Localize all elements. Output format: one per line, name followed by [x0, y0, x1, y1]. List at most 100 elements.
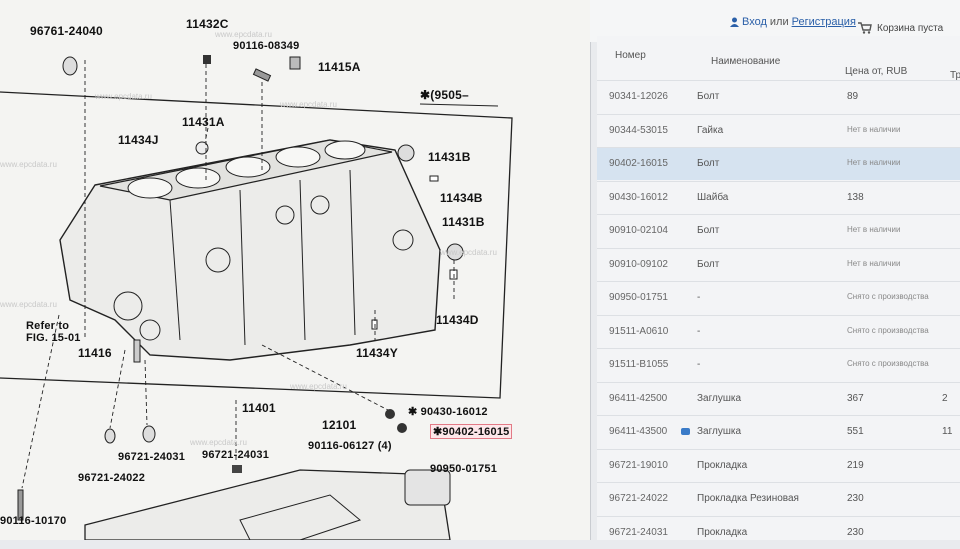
part-label-11401[interactable]: 11401 [242, 401, 276, 415]
part-number-link[interactable]: 90910-02104 [609, 225, 668, 236]
part-price: 138 [847, 191, 864, 203]
part-label-11416[interactable]: 11416 [78, 346, 112, 360]
or-text: или [769, 16, 789, 28]
engine-block-drawing [0, 55, 513, 540]
part-label-90430-16012[interactable]: ✱ 90430-16012 [408, 405, 488, 418]
part-name: Болт [697, 91, 720, 102]
part-name: Болт [697, 158, 720, 169]
part-price: 367 [847, 392, 864, 404]
part-name: Гайка [697, 124, 724, 136]
column-header-name[interactable]: Наименование [711, 56, 780, 67]
refer-note-line1: Refer to [26, 320, 70, 332]
auth-links: Вход или Регистрация [730, 16, 856, 28]
table-row[interactable]: 91511-A0610 - Снято с производства [597, 314, 960, 348]
part-name: - [697, 359, 701, 370]
part-number-link[interactable]: 91511-B1055 [609, 359, 668, 370]
camera-icon[interactable] [681, 428, 690, 435]
note-label-9505: ✱(9505– [420, 88, 469, 102]
table-row[interactable]: 90344-53015 Гайка Нет в наличии [597, 113, 960, 147]
table-row[interactable]: 96721-24022 Прокладка Резиновая 230 [597, 482, 960, 515]
table-row[interactable]: 91511-B1055 - Снято с производства [597, 348, 960, 381]
table-header: Номер Наименование Цена от, RUB Тр [597, 36, 960, 81]
table-row[interactable]: 90430-16012 Шайба 138 [597, 180, 960, 214]
watermark: www.epcdata.ru [290, 382, 347, 391]
table-row[interactable]: 96411-42500 Заглушка 367 2 [597, 381, 960, 415]
login-link[interactable]: Вход [742, 16, 767, 28]
part-name: Прокладка Резиновая [697, 493, 799, 504]
part-number-link[interactable]: 90402-16015 [609, 158, 668, 169]
parts-diagram[interactable]: www.epcdata.ru www.epcdata.ru www.epcdat… [0, 0, 591, 540]
register-link[interactable]: Регистрация [792, 16, 856, 28]
table-row[interactable]: 96721-19010 Прокладка 219 [597, 448, 960, 482]
part-label-96761-24040[interactable]: 96761-24040 [30, 24, 103, 38]
part-label-11431b-top[interactable]: 11431B [428, 150, 471, 164]
part-price: Снято с производства [847, 292, 929, 301]
table-row[interactable]: 96411-43500 Заглушка 551 11 [597, 415, 960, 448]
part-qty: 11 [942, 426, 953, 437]
part-label-11434d[interactable]: 11434D [436, 313, 479, 327]
part-number-link[interactable]: 96411-43500 [609, 426, 667, 437]
parts-table: Номер Наименование Цена от, RUB Тр 90341… [597, 36, 960, 540]
part-price: 230 [847, 526, 864, 538]
watermark: www.epcdata.ru [215, 30, 272, 39]
cart-widget[interactable]: Корзина пуста [858, 22, 943, 34]
part-number-link[interactable]: 96721-24022 [609, 493, 668, 504]
column-header-number[interactable]: Номер [615, 50, 646, 61]
part-label-11434b[interactable]: 11434B [440, 191, 483, 205]
part-price: Нет в наличии [847, 124, 901, 134]
part-price: 230 [847, 493, 864, 504]
table-row[interactable]: 90341-12026 Болт 89 [597, 80, 960, 113]
part-number-link[interactable]: 90341-12026 [609, 91, 668, 102]
part-price: Снято с производства [847, 325, 929, 335]
part-label-96721-24031-mid[interactable]: 96721-24031 [202, 449, 269, 461]
part-label-11434y[interactable]: 11434Y [356, 346, 398, 360]
part-label-11434j[interactable]: 11434J [118, 133, 159, 147]
part-label-96721-24022[interactable]: 96721-24022 [78, 472, 145, 484]
part-number-link[interactable]: 91511-A0610 [609, 326, 668, 337]
part-name: Заглушка [697, 426, 742, 437]
part-label-90116-10170[interactable]: 90116-10170 [0, 515, 66, 527]
watermark: www.epcdata.ru [0, 300, 57, 309]
cart-status: Корзина пуста [877, 22, 944, 34]
part-number-link[interactable]: 90430-16012 [609, 192, 668, 203]
part-name: Прокладка [697, 526, 748, 538]
part-name: - [697, 292, 701, 303]
part-number-link[interactable]: 96721-24031 [609, 527, 668, 538]
watermark: www.epcdata.ru [95, 92, 152, 101]
part-label-11431b-side[interactable]: 11431B [442, 215, 485, 229]
part-number-link[interactable]: 96721-19010 [609, 460, 668, 471]
watermark: www.epcdata.ru [280, 100, 337, 109]
part-price: Нет в наличии [847, 258, 901, 268]
column-header-price[interactable]: Цена от, RUB [845, 66, 907, 77]
part-label-11432c[interactable]: 11432C [186, 17, 229, 31]
table-row[interactable]: 90950-01751 - Снято с производства [597, 281, 960, 314]
table-row[interactable]: 90910-09102 Болт Нет в наличии [597, 247, 960, 281]
part-price: Снято с производства [847, 359, 929, 368]
watermark: www.epcdata.ru [440, 248, 497, 257]
part-label-90950-01751[interactable]: 90950-01751 [430, 463, 497, 475]
part-label-11415a[interactable]: 11415A [318, 60, 361, 74]
user-icon [730, 17, 739, 27]
part-label-90116-08349[interactable]: 90116-08349 [233, 40, 299, 52]
part-number-link[interactable]: 90910-09102 [609, 259, 668, 270]
refer-note-line2[interactable]: FIG. 15-01 [26, 332, 81, 344]
part-name: Заглушка [697, 392, 742, 404]
part-price: 551 [847, 426, 864, 437]
part-price: 219 [847, 459, 864, 471]
part-label-11431a[interactable]: 11431A [182, 115, 225, 129]
part-name: Болт [697, 225, 720, 236]
part-name: Болт [697, 258, 720, 270]
part-number-link[interactable]: 96411-42500 [609, 393, 667, 404]
part-label-12101[interactable]: 12101 [322, 418, 356, 432]
part-number-link[interactable]: 90344-53015 [609, 125, 668, 136]
part-label-90116-06127[interactable]: 90116-06127 (4) [308, 440, 392, 452]
table-row[interactable]: 90402-16015 Болт Нет в наличии [597, 147, 960, 180]
part-label-96721-24031-left[interactable]: 96721-24031 [118, 451, 185, 463]
part-name: Шайба [697, 191, 729, 203]
part-number-link[interactable]: 90950-01751 [609, 292, 668, 303]
part-label-90402-16015-highlighted[interactable]: ✱90402-16015 [430, 424, 513, 439]
table-row[interactable]: 96721-24031 Прокладка 230 [597, 515, 960, 549]
cart-icon [858, 22, 872, 34]
table-row[interactable]: 90910-02104 Болт Нет в наличии [597, 214, 960, 247]
part-price: Нет в наличии [847, 158, 901, 167]
